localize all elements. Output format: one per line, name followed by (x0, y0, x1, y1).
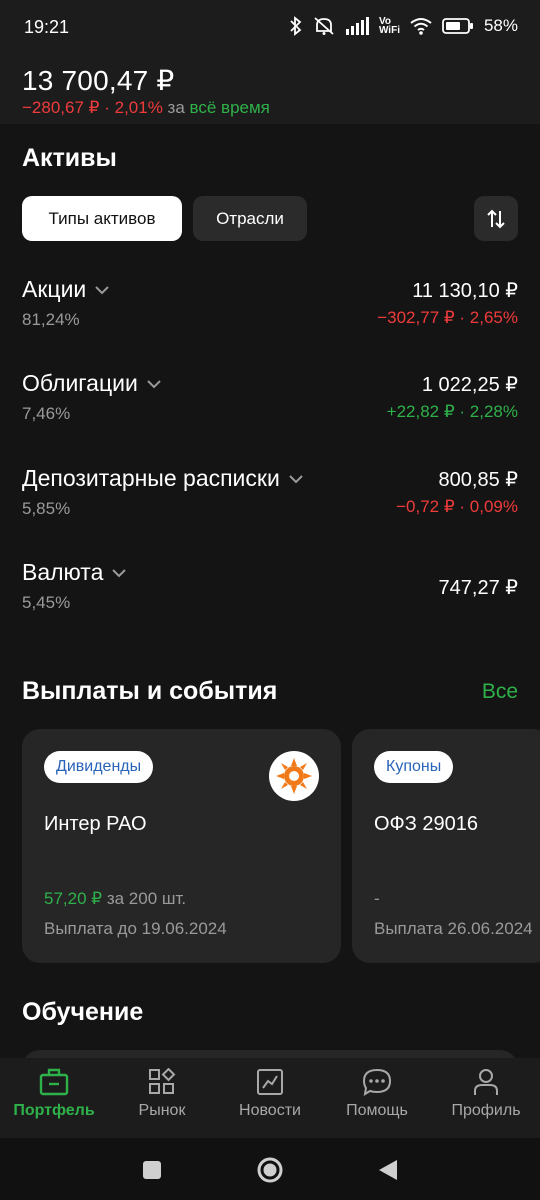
change-amount: −280,67 ₽ (22, 98, 100, 117)
nav-label: Профиль (451, 1102, 521, 1119)
change-separator: · (104, 98, 110, 117)
bottom-navigation: Портфель Рынок Новости Помощь Профиль (0, 1058, 540, 1138)
asset-share: 5,85% (22, 499, 71, 518)
portfolio-summary: 13 700,47 ₽ −280,67 ₽ · 2,01% за всё вре… (0, 56, 540, 124)
nav-help[interactable]: Помощь (327, 1068, 427, 1120)
events-all-link[interactable]: Все (482, 680, 518, 704)
square-icon (143, 1161, 161, 1179)
sort-button[interactable] (474, 196, 518, 241)
asset-share: 5,45% (22, 593, 71, 612)
chevron-down-icon (95, 285, 109, 294)
asset-change: +22,82 ₽ · 2,28% (386, 402, 518, 421)
chevron-down-icon (147, 379, 161, 388)
sun-logo-icon (276, 758, 312, 794)
briefcase-icon (39, 1068, 69, 1096)
status-bar: 19:21 Vo WiFi 58% (0, 0, 540, 56)
triangle-back-icon (379, 1160, 397, 1180)
asset-name: Валюта (22, 559, 104, 585)
battery-icon (442, 17, 474, 35)
portfolio-change: −280,67 ₽ · 2,01% за всё время (22, 98, 270, 118)
recent-apps-button[interactable] (134, 1152, 170, 1188)
assets-title: Активы (22, 144, 117, 172)
event-date: Выплата 26.06.2024 (374, 919, 533, 938)
event-card-dividend[interactable]: Дивиденды Интер РАО 57,20 ₽ за 200 шт. В… (22, 729, 341, 963)
battery-percent: 58% (483, 16, 518, 35)
nav-portfolio[interactable]: Портфель (4, 1068, 104, 1120)
change-percent: 2,01% (114, 98, 163, 117)
status-time: 19:21 (24, 17, 70, 37)
nav-market[interactable]: Рынок (112, 1068, 212, 1120)
asset-change: −0,72 ₽ · 0,09% (396, 497, 518, 516)
asset-name: Облигации (22, 370, 138, 396)
asset-value: 747,27 ₽ (438, 577, 518, 599)
nav-news[interactable]: Новости (220, 1068, 320, 1120)
asset-row-bonds[interactable]: Облигации (22, 370, 162, 397)
event-badge: Купоны (374, 751, 454, 783)
asset-value: 800,85 ₽ (438, 469, 518, 491)
person-icon (474, 1069, 498, 1095)
wifi-icon (410, 17, 432, 35)
chat-help-icon (362, 1068, 392, 1096)
event-amount: - (374, 889, 380, 908)
event-title: Интер РАО (44, 813, 147, 835)
period-selector[interactable]: всё время (190, 98, 270, 117)
event-amount: 57,20 ₽ (44, 889, 103, 908)
system-navigation (0, 1138, 540, 1200)
events-title: Выплаты и события (22, 677, 278, 705)
nav-profile[interactable]: Профиль (436, 1068, 536, 1120)
vowifi-icon: Vo WiFi (378, 16, 400, 36)
asset-change: −302,77 ₽ · 2,65% (377, 308, 518, 327)
event-badge: Дивиденды (44, 751, 154, 783)
asset-row-stocks[interactable]: Акции (22, 276, 110, 303)
asset-row-depositary-receipts[interactable]: Депозитарные расписки (22, 465, 304, 492)
nav-label: Новости (239, 1102, 301, 1119)
event-amount-suffix: за 200 шт. (106, 889, 187, 908)
chevron-down-icon (112, 568, 127, 577)
tab-asset-types[interactable]: Типы активов (22, 196, 182, 241)
sort-icon (487, 209, 505, 228)
nav-label: Помощь (346, 1102, 408, 1119)
tab-industries[interactable]: Отрасли (193, 196, 307, 241)
circle-icon (257, 1157, 283, 1183)
home-button[interactable] (252, 1152, 288, 1188)
portfolio-total: 13 700,47 ₽ (22, 65, 175, 96)
asset-name: Акции (22, 276, 87, 302)
event-title: ОФЗ 29016 (374, 813, 479, 835)
mute-icon (313, 16, 335, 36)
education-title: Обучение (22, 998, 144, 1026)
back-button[interactable] (370, 1152, 406, 1188)
signal-icon (345, 17, 369, 35)
period-prefix: за (167, 98, 185, 117)
chevron-down-icon (289, 474, 303, 483)
asset-share: 7,46% (22, 404, 71, 423)
event-card-coupon[interactable]: Купоны ОФЗ 29016 - Выплата 26.06.2024 (352, 729, 540, 963)
asset-share: 81,24% (22, 310, 80, 329)
nav-label: Рынок (138, 1102, 186, 1119)
status-icons: Vo WiFi 58% (289, 16, 518, 36)
asset-value: 1 022,25 ₽ (421, 374, 518, 396)
asset-value: 11 130,10 ₽ (412, 280, 518, 302)
asset-name: Депозитарные расписки (22, 465, 280, 491)
asset-row-currency[interactable]: Валюта (22, 559, 127, 586)
bluetooth-icon (289, 16, 303, 36)
chart-news-icon (257, 1069, 283, 1095)
company-logo (269, 751, 319, 801)
event-date: Выплата до 19.06.2024 (44, 919, 227, 938)
event-amount-line: 57,20 ₽ за 200 шт. (44, 889, 186, 909)
nav-label: Портфель (13, 1102, 95, 1119)
market-grid-icon (149, 1068, 176, 1094)
